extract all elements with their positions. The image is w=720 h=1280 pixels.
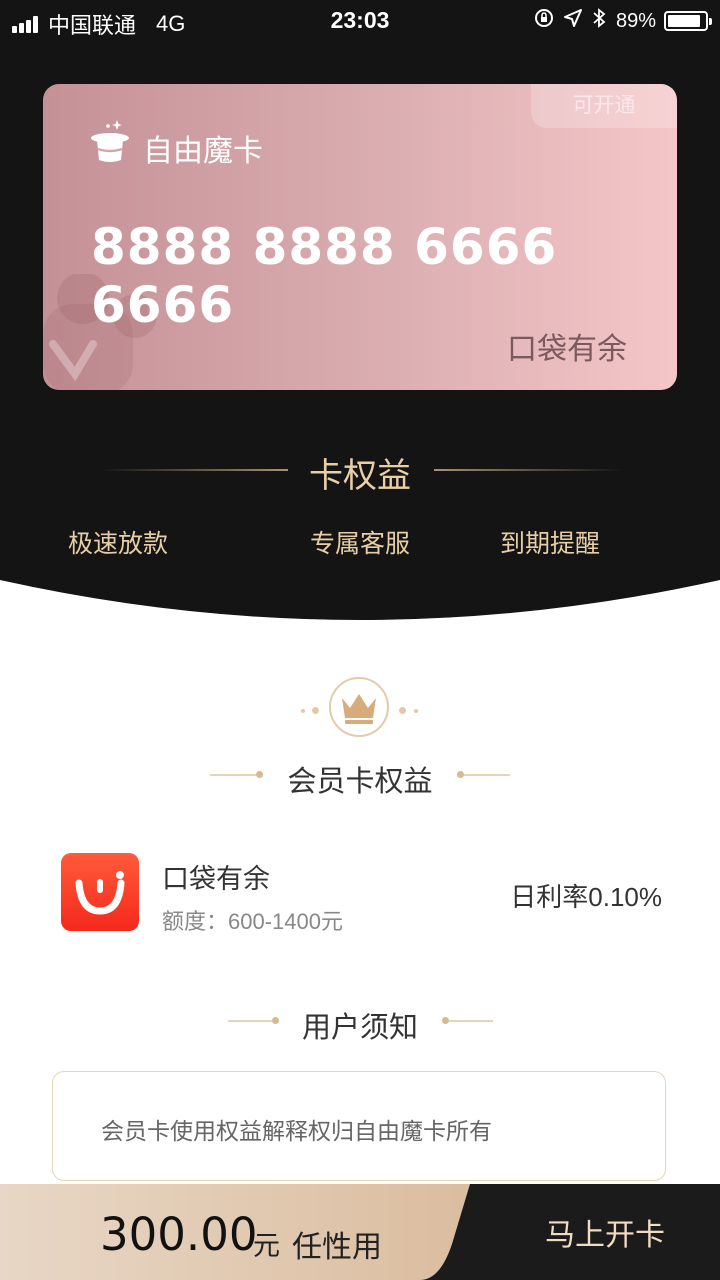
rotation-lock-icon <box>534 8 554 34</box>
battery-icon <box>664 11 712 31</box>
crown-dot <box>414 709 418 713</box>
divider-right <box>449 1020 493 1022</box>
divider-right <box>464 774 510 776</box>
price-unit: 元 <box>253 1231 280 1261</box>
product-limit: 额度：600-1400元 <box>162 909 343 934</box>
card-brand: 口袋有余 <box>507 333 627 366</box>
crown-dot <box>399 707 406 714</box>
card-number: 8888 8888 6666 6666 <box>91 218 558 334</box>
product-name: 口袋有余 <box>162 864 270 894</box>
crown-icon <box>329 677 389 737</box>
price-slogan: 任性用 <box>292 1231 382 1264</box>
location-icon <box>563 9 582 33</box>
open-card-button[interactable]: 马上开卡 <box>470 1184 720 1280</box>
member-benefits-title: 会员卡权益 <box>287 766 433 798</box>
header-curve <box>0 580 720 640</box>
magic-hat-icon <box>91 120 129 162</box>
benefit-fast-loan: 极速放款 <box>68 530 169 558</box>
battery-percent: 89% <box>615 9 656 32</box>
divider-dot <box>442 1017 449 1024</box>
status-bar: 中国联通 4G 23:03 89% <box>0 0 720 40</box>
notice-text: 会员卡使用权益解释权归自由魔卡所有 <box>101 1118 492 1144</box>
product-rate: 日利率0.10% <box>510 882 662 912</box>
benefit-customer-service: 专属客服 <box>310 530 411 558</box>
benefits-title: 卡权益 <box>309 457 411 495</box>
benefit-due-reminder: 到期提醒 <box>500 530 601 558</box>
notice-box: 会员卡使用权益解释权归自由魔卡所有 <box>52 1071 666 1181</box>
crown-dot <box>301 709 305 713</box>
divider-right <box>434 469 624 471</box>
price-amount: 300.00 <box>100 1208 258 1261</box>
bluetooth-icon <box>592 8 606 34</box>
product-logo-icon <box>61 853 139 931</box>
card-title: 自由魔卡 <box>143 135 263 168</box>
bottom-bar: 300.00 元 任性用 马上开卡 <box>0 1184 720 1280</box>
member-card[interactable]: 可开通 自由魔卡 8888 8888 6666 6666 口袋有余 <box>43 84 677 390</box>
card-status-badge: 可开通 <box>531 84 677 128</box>
crown-dot <box>312 707 319 714</box>
divider-dot <box>457 771 464 778</box>
notice-title: 用户须知 <box>301 1012 418 1044</box>
